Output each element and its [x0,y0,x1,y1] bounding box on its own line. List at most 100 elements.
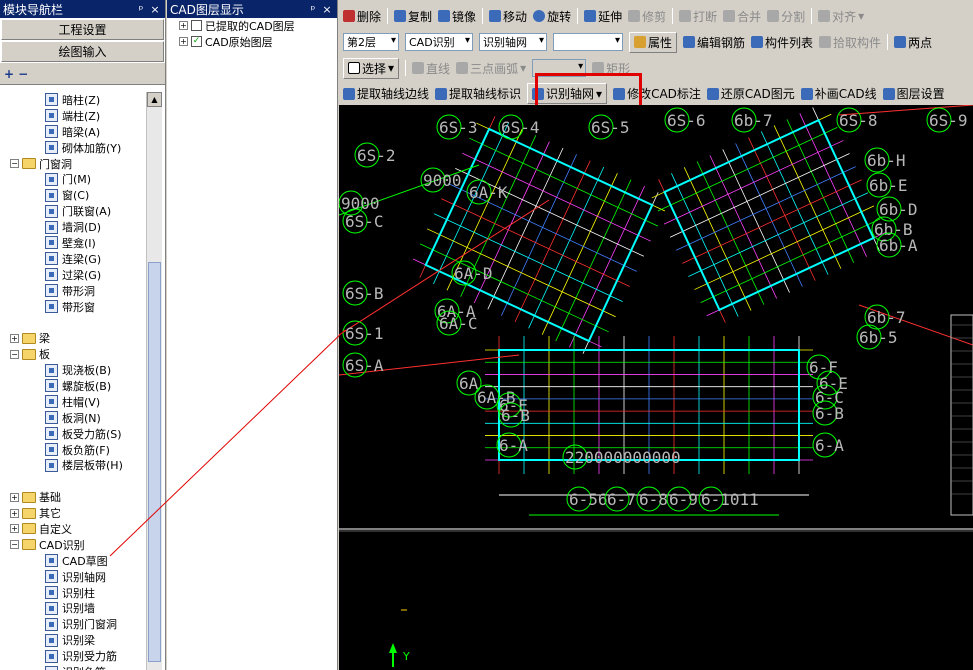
tree-folder[interactable]: − 门窗洞 [0,156,146,172]
expand-icon[interactable]: + [179,21,188,31]
tree-folder[interactable]: − 板 [0,346,146,362]
tree-item[interactable]: 板负筋(F) [0,442,146,458]
expand-all-icon[interactable]: + [4,67,14,81]
tree-item[interactable]: 暗柱(Z) [0,92,146,108]
layer-checkbox[interactable] [191,20,202,32]
tree-item[interactable]: 门(M) [0,171,146,187]
tree-item[interactable]: 连梁(G) [0,251,146,267]
pin-icon[interactable]: ᵖ [134,3,148,16]
expand-icon[interactable]: + [10,333,19,343]
expand-icon[interactable]: + [179,37,188,47]
delete-button[interactable]: 删除 [343,8,381,25]
extract-axis-label-button[interactable]: 提取轴线标识 [435,85,521,102]
tree-item[interactable]: 板受力筋(S) [0,426,146,442]
pin-icon[interactable]: ᵖ [306,3,320,16]
collapse-icon[interactable]: − [10,540,19,550]
tree-item[interactable]: 板洞(N) [0,410,146,426]
rotate-button[interactable]: 旋转 [533,8,571,25]
tree-item[interactable]: 带形洞 [0,283,146,299]
tree-label: 现浇板(B) [62,364,112,378]
tree-item[interactable]: 识别梁 [0,632,146,648]
tree-item[interactable]: 砌体加筋(Y) [0,140,146,156]
layer-checkbox[interactable]: ✓ [191,36,202,48]
tree-scrollbar[interactable]: ▲ [146,92,162,670]
trim-button[interactable]: 修剪 [628,8,666,25]
break-button[interactable]: 打断 [679,8,717,25]
floor-select[interactable]: 第2层 [343,33,399,51]
extend-label: 延伸 [598,9,623,24]
component-icon [45,363,58,377]
select-button[interactable]: 选择 ▾ [343,57,400,79]
move-button[interactable]: 移动 [489,8,527,25]
tree-item[interactable]: 楼层板带(H) [0,457,146,473]
layer-row[interactable]: + 已提取的CAD图层 [167,18,337,34]
restore-cad-button[interactable]: 还原CAD图元 [706,85,795,102]
nav-title-bar: 模块导航栏 ᵖ × [0,0,165,18]
edit-rebar-button[interactable]: 编辑钢筋 [683,34,745,51]
layer-row[interactable]: + ✓ CAD原始图层 [167,34,337,50]
tree-item[interactable]: 现浇板(B) [0,362,146,378]
separator [887,34,889,50]
arc-button[interactable]: 三点画弧 ▾ [456,60,526,77]
tree-item[interactable]: 识别柱 [0,585,146,601]
add-cad-line-button[interactable]: 补画CAD线 [800,85,877,102]
tree-item[interactable]: 端柱(Z) [0,108,146,124]
close-icon[interactable]: × [148,3,162,16]
line-button[interactable]: 直线 [412,60,450,77]
expand-icon[interactable]: + [10,492,19,502]
folder-icon [22,523,36,535]
component-select[interactable] [553,33,623,51]
pick-component-button[interactable]: 拾取构件 [819,34,881,51]
close-icon[interactable]: × [320,3,334,16]
tree-item[interactable]: 暗梁(A) [0,124,146,140]
layer-label: 已提取的CAD图层 [205,19,295,33]
tree-item[interactable]: 识别负筋 [0,664,146,670]
cad-mode-select[interactable]: CAD识别 [405,33,473,51]
component-list-button[interactable]: 构件列表 [751,34,813,51]
component-icon [45,458,58,472]
tree-item[interactable]: 窗(C) [0,187,146,203]
layer-settings-button[interactable]: 图层设置 [882,85,945,102]
tree-folder[interactable]: + 自定义 [0,521,146,537]
tree-item[interactable]: 壁龛(I) [0,235,146,251]
mirror-button[interactable]: 镜像 [438,8,476,25]
tree-item[interactable]: 识别门窗洞 [0,616,146,632]
extend-button[interactable]: 延伸 [584,8,622,25]
tree-item[interactable]: 螺旋板(B) [0,378,146,394]
tree-item[interactable]: 墙洞(D) [0,219,146,235]
tree-label: 识别门窗洞 [62,618,117,632]
tree-folder[interactable]: + 其它 [0,505,146,521]
tree-folder[interactable]: − CAD识别 [0,537,146,553]
collapse-all-icon[interactable]: − [18,67,28,81]
task-select[interactable]: 识别轴网 [479,33,547,51]
pick-component-label: 拾取构件 [833,35,882,50]
collapse-icon[interactable]: − [10,349,19,359]
expand-icon[interactable]: + [10,524,19,534]
separator [577,8,579,24]
tree-item[interactable]: 过梁(G) [0,267,146,283]
tree-item[interactable]: CAD草图 [0,553,146,569]
scroll-thumb[interactable] [148,262,161,662]
align-button[interactable]: 对齐 ▾ [818,8,864,25]
tree-item[interactable]: 门联窗(A) [0,203,146,219]
merge-button[interactable]: 合并 [723,8,761,25]
project-settings-button[interactable]: 工程设置 [1,19,164,40]
expand-icon[interactable]: + [10,508,19,518]
split-button[interactable]: 分割 [767,8,805,25]
scroll-up-icon[interactable]: ▲ [147,92,162,107]
collapse-icon[interactable]: − [10,159,19,168]
tree-item[interactable]: 带形窗 [0,299,146,315]
tree-folder[interactable]: + 基础 [0,489,146,505]
drawing-input-button[interactable]: 绘图输入 [1,41,164,62]
tree-item[interactable]: 识别轴网 [0,569,146,585]
copy-button[interactable]: 复制 [394,8,432,25]
tree-folder[interactable]: + 梁 [0,330,146,346]
tree-item[interactable]: 柱帽(V) [0,394,146,410]
tree-item[interactable]: 识别受力筋 [0,648,146,664]
properties-button[interactable]: 属性 [629,31,678,53]
two-points-button[interactable]: 两点 [894,34,932,51]
tree-item[interactable]: 识别墙 [0,601,146,617]
extract-axis-edge-button[interactable]: 提取轴线边线 [343,85,429,102]
cad-canvas[interactable]: 6S-3 6S-4 6S-5 6S-6 6b-7 6S-8 6S-9 6S-2 6S-C 6S-B… [339,105,973,670]
tree-label: 识别墙 [62,602,95,616]
